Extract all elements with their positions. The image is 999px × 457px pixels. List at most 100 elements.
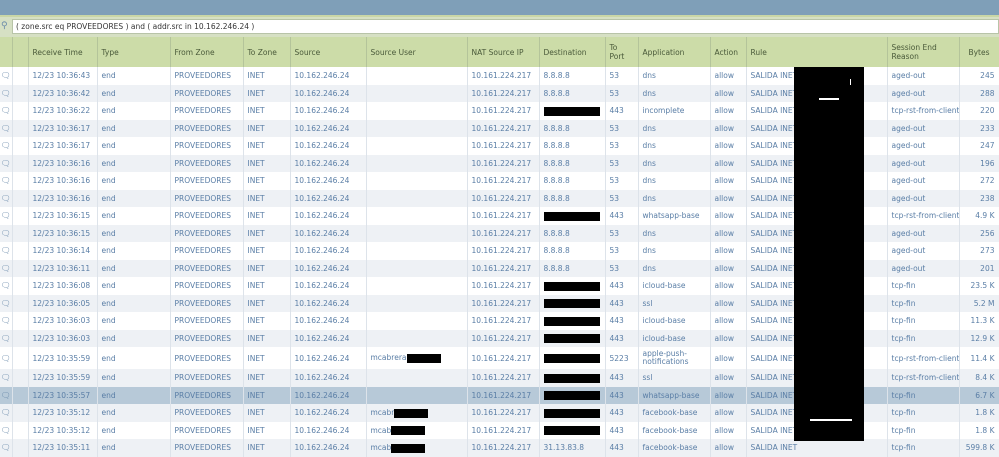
- column-header-12[interactable]: Action: [710, 37, 747, 67]
- cell-nat: 10.161.224.217: [467, 207, 540, 225]
- type-text: end: [101, 228, 116, 238]
- cell-nat: 10.161.224.217: [467, 404, 540, 422]
- column-header-9[interactable]: Destination: [539, 37, 606, 67]
- column-header-15[interactable]: Bytes: [959, 37, 999, 67]
- cell-src: 10.162.246.24: [290, 242, 367, 260]
- port-text: 443: [609, 390, 624, 400]
- nat-text: 10.161.224.217: [471, 316, 532, 326]
- column-header-4[interactable]: From Zone: [170, 37, 244, 67]
- column-header-10[interactable]: To Port: [605, 37, 639, 67]
- action-text: allow: [714, 353, 735, 363]
- log-detail-icon[interactable]: 🗨: [0, 312, 13, 330]
- column-header-0[interactable]: [0, 37, 13, 67]
- cell-time: 12/23 10:35:12: [28, 421, 98, 439]
- log-detail-icon[interactable]: 🗨: [0, 67, 13, 85]
- log-detail-icon[interactable]: 🗨: [0, 369, 13, 387]
- log-detail-icon[interactable]: 🗨: [0, 386, 13, 404]
- src-text: 10.162.246.24: [294, 141, 350, 151]
- column-header-14[interactable]: Session End Reason: [887, 37, 960, 67]
- cell-time: 12/23 10:36:17: [28, 137, 98, 155]
- cell-to: INET: [243, 294, 291, 312]
- log-detail-icon[interactable]: 🗨: [0, 421, 13, 439]
- redaction-bar: [543, 353, 600, 363]
- cell-dst: 8.8.8.8: [539, 224, 606, 242]
- cell-src: 10.162.246.24: [290, 207, 367, 225]
- rule-text: SALIDA INET: [750, 158, 798, 168]
- log-detail-icon[interactable]: 🗨: [0, 189, 13, 207]
- log-detail-icon[interactable]: 🗨: [0, 404, 13, 422]
- spacer-cell: [12, 242, 29, 260]
- cell-bytes: 247: [959, 137, 999, 155]
- port-text: 53: [609, 228, 620, 238]
- log-detail-icon[interactable]: 🗨: [0, 119, 13, 137]
- cell-from: PROVEEDORES: [170, 102, 244, 120]
- cell-nat: 10.161.224.217: [467, 119, 540, 137]
- log-detail-icon[interactable]: 🗨: [0, 102, 13, 120]
- bytes-text: 201: [980, 263, 995, 273]
- cell-to: INET: [243, 347, 291, 369]
- app-text: facebook-base: [642, 408, 698, 418]
- table-row[interactable]: 🗨 12/23 10:35:11 end PROVEEDORES INET 10.162.…: [0, 439, 999, 457]
- cell-reason: aged-out: [887, 259, 960, 277]
- type-text: end: [101, 373, 116, 383]
- rule-text: SALIDA INET: [750, 123, 798, 133]
- cell-bytes: 5.2 M: [959, 294, 999, 312]
- cell-from: PROVEEDORES: [170, 294, 244, 312]
- log-detail-icon[interactable]: 🗨: [0, 207, 13, 225]
- log-detail-icon[interactable]: 🗨: [0, 137, 13, 155]
- cell-src: 10.162.246.24: [290, 347, 367, 369]
- redaction-bar: [543, 299, 600, 308]
- reason-text: tcp-fin: [891, 390, 916, 400]
- cell-type: end: [97, 312, 171, 330]
- log-detail-icon[interactable]: 🗨: [0, 172, 13, 190]
- cell-type: end: [97, 369, 171, 387]
- column-header-7[interactable]: Source User: [366, 37, 468, 67]
- log-detail-icon[interactable]: 🗨: [0, 294, 13, 312]
- cell-port: 53: [605, 224, 639, 242]
- log-detail-icon[interactable]: 🗨: [0, 439, 13, 457]
- to-text: INET: [247, 228, 265, 238]
- column-header-8[interactable]: NAT Source IP: [467, 37, 540, 67]
- column-header-3[interactable]: Type: [97, 37, 171, 67]
- dst-text: 8.8.8.8: [543, 176, 570, 186]
- log-detail-icon[interactable]: 🗨: [0, 277, 13, 295]
- cell-to: INET: [243, 386, 291, 404]
- time-text: 12/23 10:36:15: [32, 211, 91, 221]
- column-header-5[interactable]: To Zone: [243, 37, 291, 67]
- cell-time: 12/23 10:35:11: [28, 439, 98, 457]
- time-text: 12/23 10:36:16: [32, 176, 91, 186]
- port-text: 53: [609, 193, 620, 203]
- log-detail-icon[interactable]: 🗨: [0, 242, 13, 260]
- src-text: 10.162.246.24: [294, 88, 350, 98]
- cell-action: allow: [710, 386, 747, 404]
- redaction-bar: [543, 426, 600, 435]
- column-header-11[interactable]: Application: [638, 37, 711, 67]
- dst-text: 8.8.8.8: [543, 263, 570, 273]
- redaction-bar: [391, 443, 426, 453]
- type-text: end: [101, 408, 116, 418]
- filter-input[interactable]: [12, 19, 999, 34]
- search-icon[interactable]: ⚲: [1, 22, 10, 31]
- user-text: mcab: [370, 425, 392, 435]
- log-detail-icon[interactable]: 🗨: [0, 347, 13, 369]
- log-detail-icon[interactable]: 🗨: [0, 84, 13, 102]
- port-text: 443: [609, 443, 624, 453]
- log-detail-icon[interactable]: 🗨: [0, 259, 13, 277]
- column-header-1[interactable]: [12, 37, 29, 67]
- log-detail-icon[interactable]: 🗨: [0, 154, 13, 172]
- log-detail-icon[interactable]: 🗨: [0, 224, 13, 242]
- port-text: 443: [609, 298, 624, 308]
- cell-nat: 10.161.224.217: [467, 189, 540, 207]
- rule-text: SALIDA INET: [750, 193, 798, 203]
- cell-action: allow: [710, 277, 747, 295]
- column-header-13[interactable]: Rule: [746, 37, 888, 67]
- column-header-2[interactable]: Receive Time: [28, 37, 98, 67]
- log-detail-icon[interactable]: 🗨: [0, 329, 13, 347]
- cell-dst: 8.8.8.8: [539, 242, 606, 260]
- column-header-6[interactable]: Source: [290, 37, 367, 67]
- port-text: 53: [609, 141, 620, 151]
- bytes-text: 8.4 K: [975, 373, 995, 383]
- cell-user: [366, 207, 468, 225]
- type-text: end: [101, 246, 116, 256]
- cell-dst: [539, 369, 606, 387]
